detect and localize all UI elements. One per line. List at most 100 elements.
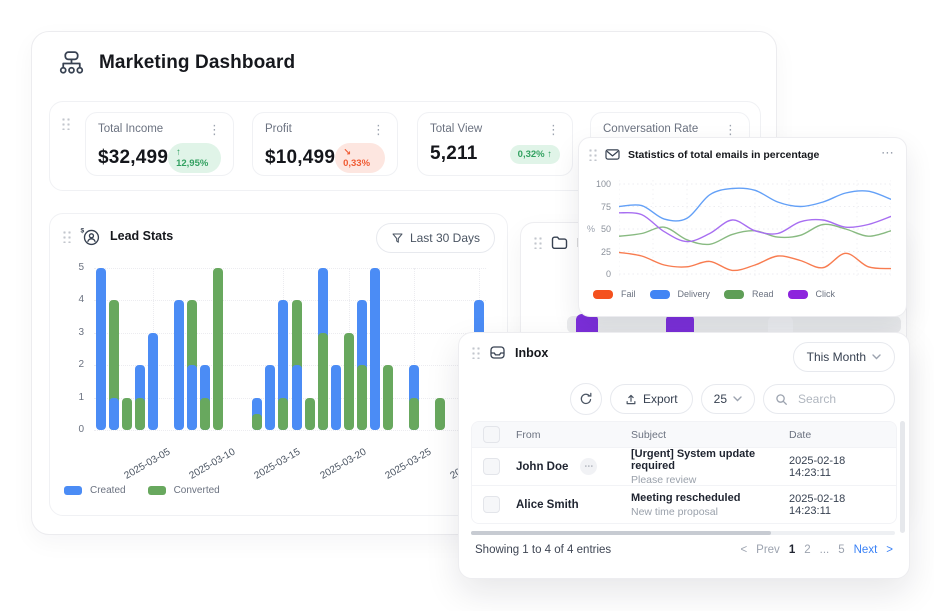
page-title: Marketing Dashboard — [99, 52, 295, 74]
drag-handle[interactable] — [61, 117, 70, 130]
period-select-label: This Month — [807, 350, 866, 364]
table-header-row: From Subject Date — [472, 422, 896, 447]
legend-label: Read — [752, 289, 774, 299]
chevron-down-icon — [872, 354, 881, 360]
bar-segment — [135, 398, 145, 430]
bar-segment — [331, 365, 341, 430]
y-axis-tick: 3 — [62, 327, 84, 338]
search-box[interactable] — [763, 384, 895, 414]
drag-handle[interactable] — [471, 346, 480, 359]
bar-segment — [344, 333, 354, 430]
pagination-item[interactable]: Next — [854, 544, 878, 556]
page-size-select[interactable]: 25 — [701, 384, 755, 414]
email-date: 2025-02-18 14:23:11 — [789, 455, 890, 479]
date-filter-button[interactable]: Last 30 Days — [376, 223, 495, 253]
row-checkbox[interactable] — [483, 458, 500, 475]
search-icon — [775, 393, 788, 406]
legend-item: Fail — [593, 289, 636, 299]
trend-badge: ↘ 0,33% — [335, 143, 385, 173]
column-header-from[interactable]: From — [510, 422, 625, 447]
svg-text:$: $ — [80, 228, 84, 235]
drag-handle[interactable] — [62, 230, 71, 243]
sender-name: Alice Smith — [516, 499, 579, 511]
inbox-card: Inbox This Month — [458, 332, 910, 579]
period-select[interactable]: This Month — [793, 342, 895, 372]
email-date: 2025-02-18 14:23:11 — [789, 493, 890, 517]
pagination-item[interactable]: < — [740, 544, 747, 556]
pagination-item[interactable]: 1 — [789, 544, 795, 556]
bar-segment — [318, 333, 328, 430]
pagination: < Prev 12... 5 Next > — [740, 544, 893, 556]
row-menu-button[interactable]: ⋯ — [580, 458, 597, 475]
chevron-down-icon — [733, 396, 742, 402]
pagination-item[interactable]: 5 — [838, 544, 844, 556]
y-axis-tick: 100 — [591, 179, 611, 189]
select-all-checkbox[interactable] — [483, 426, 500, 443]
row-checkbox[interactable] — [483, 496, 500, 513]
trend-badge: 0,32% ↑ — [510, 145, 560, 164]
lead-user-dollar-icon: $ — [80, 226, 101, 246]
email-preview: New time proposal — [631, 506, 740, 518]
stat-label: Total View — [430, 123, 482, 135]
x-axis-tick: 2025-03-05 — [122, 447, 172, 482]
legend-swatch — [788, 290, 808, 299]
stat-value: $10,499 — [265, 147, 335, 169]
kebab-menu-icon[interactable]: ⋮ — [372, 123, 385, 136]
ellipsis-menu-icon[interactable]: ⋯ — [881, 146, 894, 159]
inbox-footer: Showing 1 to 4 of 4 entries < Prev 12... 5N… — [475, 544, 893, 556]
kebab-menu-icon[interactable]: ⋮ — [547, 123, 560, 136]
y-axis-tick: 0 — [62, 424, 84, 435]
lead-stats-card: $ Lead Stats Last 30 Days CreatedConvert… — [49, 213, 508, 516]
bar-segment — [109, 398, 119, 430]
legend-label: Click — [816, 289, 836, 299]
card-title: Statistics of total emails in percentage — [628, 149, 819, 161]
horizontal-scrollbar[interactable] — [471, 531, 895, 535]
stat-card-profit: Profit ⋮ $10,499 ↘ 0,33% — [252, 112, 398, 176]
inbox-table: From Subject Date John Doe⋯[Urgent] Syst… — [471, 421, 897, 524]
export-button-label: Export — [643, 392, 678, 406]
x-axis-tick: 2025-03-15 — [253, 447, 303, 482]
kebab-menu-icon[interactable]: ⋮ — [208, 123, 221, 136]
lead-chart-legend: CreatedConverted — [64, 485, 220, 496]
pagination-item[interactable]: 2 — [804, 544, 810, 556]
card-title: Inbox — [515, 346, 548, 360]
bar-segment — [383, 365, 393, 430]
inbox-row[interactable]: John Doe⋯[Urgent] System update required… — [472, 447, 896, 485]
horizontal-scrollbar-thumb[interactable] — [471, 531, 771, 535]
folder-chart-band — [567, 316, 901, 333]
legend-label: Delivery — [678, 289, 711, 299]
export-button[interactable]: Export — [610, 384, 693, 414]
inbox-row[interactable]: Alice SmithMeeting rescheduledNew time p… — [472, 485, 896, 523]
search-input[interactable] — [796, 391, 890, 407]
y-axis-tick: 2 — [62, 359, 84, 370]
bar-segment — [122, 398, 132, 430]
bar-segment — [435, 398, 445, 430]
bar-segment — [148, 333, 158, 430]
bar-segment — [292, 365, 302, 430]
x-axis-tick: 2025-03-10 — [188, 447, 238, 482]
legend-swatch — [148, 486, 166, 495]
legend-label: Created — [90, 485, 126, 496]
bar-segment — [96, 268, 106, 430]
email-chart-legend: Fail Delivery Read Click — [593, 289, 835, 299]
bar-segment — [200, 398, 210, 430]
kebab-menu-icon[interactable]: ⋮ — [724, 123, 737, 136]
column-header-subject[interactable]: Subject — [625, 422, 783, 447]
entries-summary: Showing 1 to 4 of 4 entries — [475, 544, 611, 556]
pagination-item[interactable]: > — [886, 544, 893, 556]
pagination-item[interactable]: ... — [820, 544, 830, 556]
stat-label: Total Income — [98, 123, 163, 135]
page-size-value: 25 — [714, 392, 727, 406]
card-title: Lead Stats — [110, 229, 173, 243]
refresh-button[interactable] — [570, 383, 602, 415]
refresh-icon — [579, 392, 593, 406]
legend-item: Click — [788, 289, 836, 299]
email-subject: [Urgent] System update required — [631, 448, 777, 472]
pagination-item[interactable]: Prev — [756, 544, 780, 556]
drag-handle[interactable] — [533, 236, 542, 249]
column-header-date[interactable]: Date — [783, 422, 896, 447]
bar-segment — [252, 414, 262, 430]
vertical-scrollbar[interactable] — [900, 421, 905, 533]
inbox-tray-icon — [489, 345, 506, 360]
drag-handle[interactable] — [588, 148, 597, 161]
